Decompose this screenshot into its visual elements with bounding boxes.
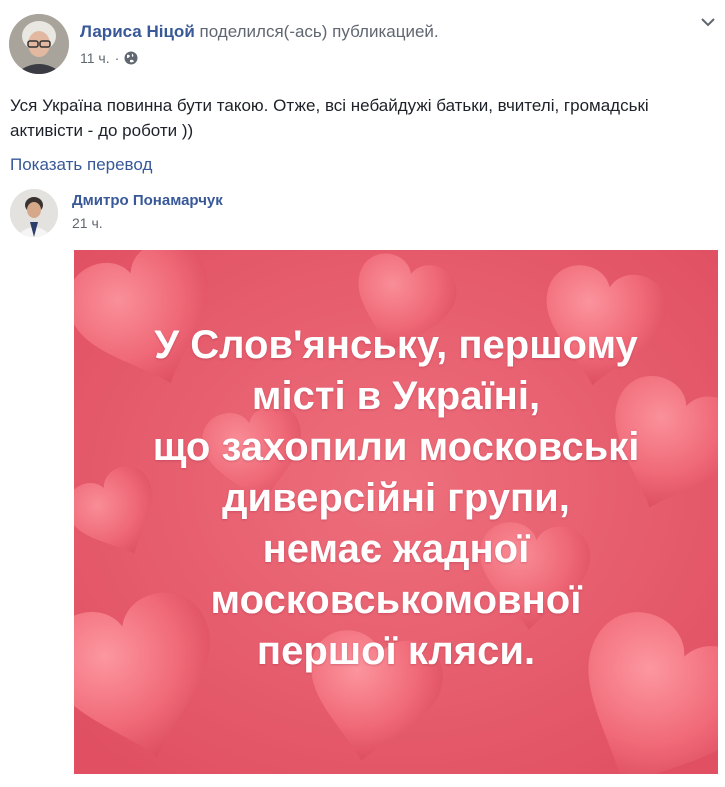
- shared-image[interactable]: У Слов'янську, першому місті в Україні, …: [74, 250, 718, 774]
- show-translation-link[interactable]: Показать перевод: [10, 155, 152, 175]
- image-text-line: першої кляси.: [256, 629, 536, 673]
- post-time[interactable]: 11 ч.: [80, 50, 110, 66]
- post-text: Уся Україна повинна бути такою. Отже, вс…: [10, 96, 649, 140]
- post-header: Лариса Ніцой поделился(-ась) публикацией…: [80, 22, 439, 42]
- facebook-post: Лариса Ніцой поделился(-ась) публикацией…: [0, 0, 725, 787]
- shared-label: поделился(-ась) публикацией.: [199, 22, 439, 41]
- image-text-line: У Слов'янську, першому: [154, 323, 638, 367]
- shared-author-avatar[interactable]: [10, 189, 58, 237]
- caret-down-icon[interactable]: [701, 14, 715, 27]
- avatar[interactable]: [9, 14, 69, 74]
- image-text-line: що захопили московські: [152, 425, 640, 469]
- meta-separator: ·: [114, 50, 120, 66]
- post-meta: 11 ч. ·: [80, 50, 138, 66]
- image-text-line: московськомовної: [210, 578, 582, 622]
- globe-icon: [124, 51, 138, 65]
- shared-post-time[interactable]: 21 ч.: [72, 215, 103, 231]
- shared-author-name[interactable]: Дмитро Понамарчук: [72, 192, 223, 209]
- image-caption: У Слов'янську, першому місті в Україні, …: [74, 320, 718, 677]
- image-text-line: немає жадної: [262, 527, 530, 571]
- author-name[interactable]: Лариса Ніцой: [80, 22, 195, 41]
- image-text-line: диверсійні групи,: [222, 476, 570, 520]
- image-text-line: місті в Україні,: [251, 374, 541, 418]
